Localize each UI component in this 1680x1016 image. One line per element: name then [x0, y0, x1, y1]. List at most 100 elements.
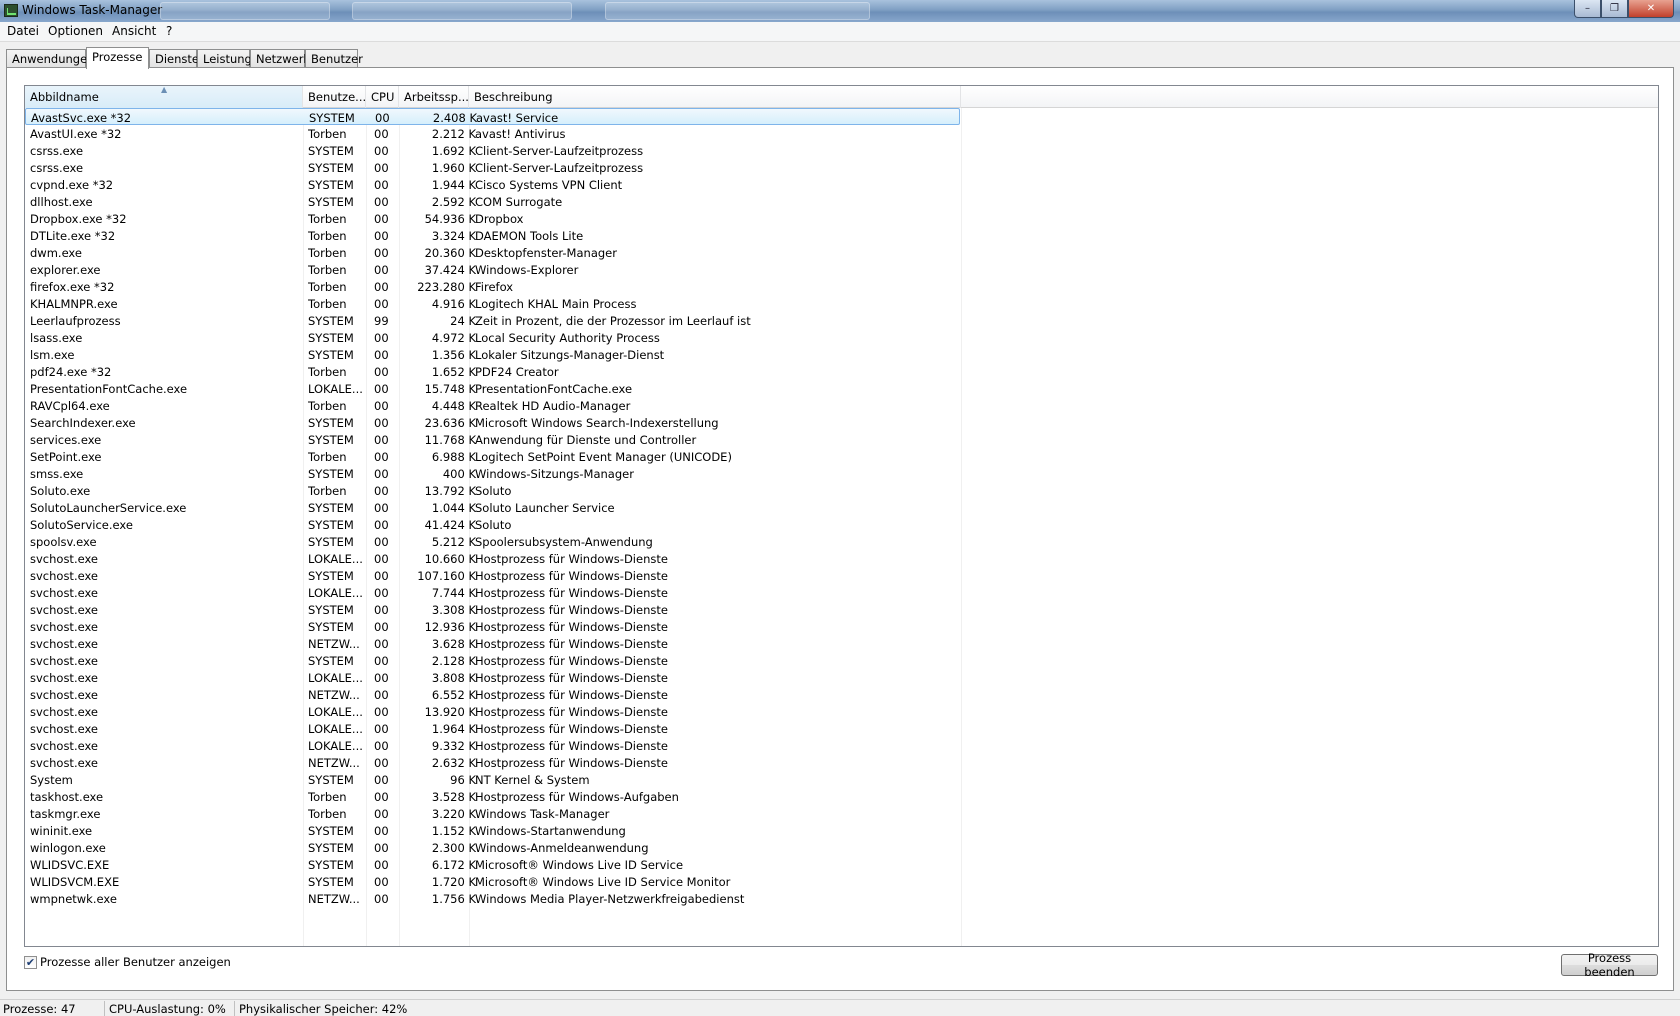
process-user: Torben — [308, 807, 347, 821]
table-row[interactable]: AvastSvc.exe *32 SYSTEM 00 2.408 Kavast! Se… — [25, 108, 960, 125]
table-row[interactable]: winlogon.exe SYSTEM 00 2.300 K Windows-Anmel… — [25, 839, 1658, 856]
table-row[interactable]: SolutoService.exe SYSTEM 00 41.424 K Soluto — [25, 516, 1658, 533]
process-user: Torben — [308, 365, 347, 379]
table-row[interactable]: svchost.exe SYSTEM 00 12.936 K Hostprozess f… — [25, 618, 1658, 635]
tab-benutzer[interactable]: Benutzer — [305, 49, 363, 68]
table-row[interactable]: spoolsv.exe SYSTEM 00 5.212 K Spoolersubsyst… — [25, 533, 1658, 550]
table-row[interactable]: DTLite.exe *32 Torben 00 3.324 K DAEMON Tool… — [25, 227, 1658, 244]
table-row[interactable]: svchost.exe LOKALE... 00 9.332 K Hostprozess… — [25, 737, 1658, 754]
table-row[interactable]: svchost.exe LOKALE... 00 13.920 K Hostprozes… — [25, 703, 1658, 720]
table-row[interactable]: svchost.exe NETZW... 00 3.628 K Hostprozess … — [25, 635, 1658, 652]
column-header-working-set[interactable]: Arbeitssp... — [399, 86, 469, 108]
process-user: SYSTEM — [308, 467, 354, 481]
column-header-user[interactable]: Benutze... — [303, 86, 366, 108]
table-row[interactable]: svchost.exe SYSTEM 00 2.128 K Hostprozess fü… — [25, 652, 1658, 669]
tab-dienste[interactable]: Dienste — [149, 49, 199, 68]
process-user: LOKALE... — [308, 586, 363, 600]
table-row[interactable]: svchost.exe LOKALE... 00 10.660 K Hostprozes… — [25, 550, 1658, 567]
table-row[interactable]: SolutoLauncherService.exe SYSTEM 00 1.044 K… — [25, 499, 1658, 516]
sort-ascending-icon: ▲ — [161, 86, 168, 94]
table-row[interactable]: explorer.exe Torben 00 37.424 K Windows-Expl… — [25, 261, 1658, 278]
table-row[interactable]: lsm.exe SYSTEM 00 1.356 K Lokaler Sitzungs-M… — [25, 346, 1658, 363]
table-row[interactable]: Dropbox.exe *32 Torben 00 54.936 K Dropbox — [25, 210, 1658, 227]
table-row[interactable]: wininit.exe SYSTEM 00 1.152 K Windows-Starta… — [25, 822, 1658, 839]
table-row[interactable]: csrss.exe SYSTEM 00 1.692 K Client-Server-La… — [25, 142, 1658, 159]
table-row[interactable]: SearchIndexer.exe SYSTEM 00 23.636 K Microso… — [25, 414, 1658, 431]
process-cpu: 00 — [374, 161, 389, 175]
process-cpu: 00 — [374, 773, 389, 787]
table-row[interactable]: lsass.exe SYSTEM 00 4.972 K Local Security A… — [25, 329, 1658, 346]
process-description: Hostprozess für Windows-Dienste — [475, 620, 668, 634]
process-image-name: svchost.exe — [30, 671, 99, 685]
process-user: LOKALE... — [308, 671, 363, 685]
table-row[interactable]: PresentationFontCache.exe LOKALE... 00 15.7… — [25, 380, 1658, 397]
table-row[interactable]: RAVCpl64.exe Torben 00 4.448 K Realtek HD Au… — [25, 397, 1658, 414]
table-row[interactable]: KHALMNPR.exe Torben 00 4.916 K Logitech KHAL… — [25, 295, 1658, 312]
table-row[interactable]: pdf24.exe *32 Torben 00 1.652 K PDF24 Creato… — [25, 363, 1658, 380]
table-row[interactable]: SetPoint.exe Torben 00 6.988 K Logitech SetP… — [25, 448, 1658, 465]
process-image-name: svchost.exe — [30, 705, 99, 719]
menu-ansicht[interactable]: Ansicht — [112, 24, 156, 38]
table-row[interactable]: Leerlaufprozess SYSTEM 99 24 K Zeit in Proze… — [25, 312, 1658, 329]
process-working-set: 1.964 K — [431, 722, 476, 736]
process-cpu: 00 — [374, 637, 389, 651]
column-header-cpu[interactable]: CPU — [366, 86, 399, 108]
process-cpu: 00 — [374, 127, 389, 141]
end-process-button[interactable]: Prozess beenden — [1561, 951, 1658, 979]
table-row[interactable]: services.exe SYSTEM 00 11.768 K Anwendung fü… — [25, 431, 1658, 448]
table-row[interactable]: dllhost.exe SYSTEM 00 2.592 K COM Surrogate — [25, 193, 1658, 210]
table-row[interactable]: svchost.exe LOKALE... 00 3.808 K Hostprozess… — [25, 669, 1658, 686]
table-row[interactable]: svchost.exe SYSTEM 00 107.160 K Hostprozess … — [25, 567, 1658, 584]
table-row[interactable]: svchost.exe NETZW... 00 6.552 K Hostprozess … — [25, 686, 1658, 703]
menu-help[interactable]: ? — [166, 24, 172, 38]
column-header-description[interactable]: Beschreibung — [469, 86, 961, 108]
table-row[interactable]: System SYSTEM 00 96 K NT Kernel & System — [25, 771, 1658, 788]
table-row[interactable]: svchost.exe LOKALE... 00 7.744 K Hostprozess… — [25, 584, 1658, 601]
process-cpu: 00 — [374, 688, 389, 702]
table-row[interactable]: svchost.exe LOKALE... 00 1.964 K Hostprozess… — [25, 720, 1658, 737]
tab-anwendungen[interactable]: Anwendungen — [6, 49, 94, 68]
process-image-name: svchost.exe — [30, 603, 99, 617]
process-cpu: 00 — [374, 722, 389, 736]
tab-leistung[interactable]: Leistung — [197, 49, 252, 68]
process-cpu: 00 — [374, 399, 389, 413]
process-cpu: 00 — [374, 552, 389, 566]
table-row[interactable]: svchost.exe SYSTEM 00 3.308 K Hostprozess fü… — [25, 601, 1658, 618]
menu-datei[interactable]: Datei — [7, 24, 39, 38]
process-user: SYSTEM — [308, 518, 354, 532]
table-row[interactable]: dwm.exe Torben 00 20.360 K Desktopfenster-Ma… — [25, 244, 1658, 261]
status-process-count: Prozesse: 47 — [3, 1002, 76, 1016]
process-list[interactable]: ▲ Abbildname Benutze... CPU Arbeitssp...… — [24, 85, 1659, 947]
process-cpu: 00 — [374, 280, 389, 294]
table-row[interactable]: AvastUI.exe *32 Torben 00 2.212 Kavast! Ant… — [25, 125, 1658, 142]
table-row[interactable]: svchost.exe NETZW... 00 2.632 K Hostprozess … — [25, 754, 1658, 771]
process-user: SYSTEM — [308, 620, 354, 634]
table-row[interactable]: WLIDSVC.EXE SYSTEM 00 6.172 K Microsoft® Win… — [25, 856, 1658, 873]
process-description: Windows-Anmeldeanwendung — [475, 841, 649, 855]
table-row[interactable]: wmpnetwk.exe NETZW... 00 1.756 K Windows Med… — [25, 890, 1658, 907]
tab-netzwerk[interactable]: Netzwerk — [250, 49, 310, 68]
table-row[interactable]: Soluto.exe Torben 00 13.792 K Soluto — [25, 482, 1658, 499]
process-working-set: 1.356 K — [431, 348, 476, 362]
process-description: Hostprozess für Windows-Aufgaben — [475, 790, 679, 804]
process-working-set: 23.636 K — [424, 416, 476, 430]
table-row[interactable]: taskmgr.exe Torben 00 3.220 K Windows Task-M… — [25, 805, 1658, 822]
show-all-users-option[interactable]: ✔ Prozesse aller Benutzer anzeigen — [24, 954, 231, 970]
table-row[interactable]: csrss.exe SYSTEM 00 1.960 K Client-Server-La… — [25, 159, 1658, 176]
column-header-image-name[interactable]: ▲ Abbildname — [25, 86, 303, 108]
show-all-users-checkbox[interactable]: ✔ — [24, 955, 37, 969]
maximize-button[interactable]: ❐ — [1601, 0, 1628, 18]
table-row[interactable]: cvpnd.exe *32 SYSTEM 00 1.944 K Cisco System… — [25, 176, 1658, 193]
process-cpu: 00 — [374, 671, 389, 685]
process-cpu: 99 — [374, 314, 389, 328]
table-row[interactable]: WLIDSVCM.EXE SYSTEM 00 1.720 K Microsoft® Wi… — [25, 873, 1658, 890]
close-button[interactable]: ✕ — [1628, 0, 1674, 18]
minimize-button[interactable]: – — [1574, 0, 1601, 18]
table-row[interactable]: smss.exe SYSTEM 00 400 K Windows-Sitzungs-Ma… — [25, 465, 1658, 482]
table-row[interactable]: firefox.exe *32 Torben 00 223.280 K Firefox — [25, 278, 1658, 295]
tab-prozesse[interactable]: Prozesse — [86, 47, 149, 69]
menu-optionen[interactable]: Optionen — [48, 24, 103, 38]
process-user: Torben — [308, 484, 347, 498]
status-bar: Prozesse: 47 CPU-Auslastung: 0% Physikal… — [0, 999, 1680, 1016]
table-row[interactable]: taskhost.exe Torben 00 3.528 K Hostprozess f… — [25, 788, 1658, 805]
